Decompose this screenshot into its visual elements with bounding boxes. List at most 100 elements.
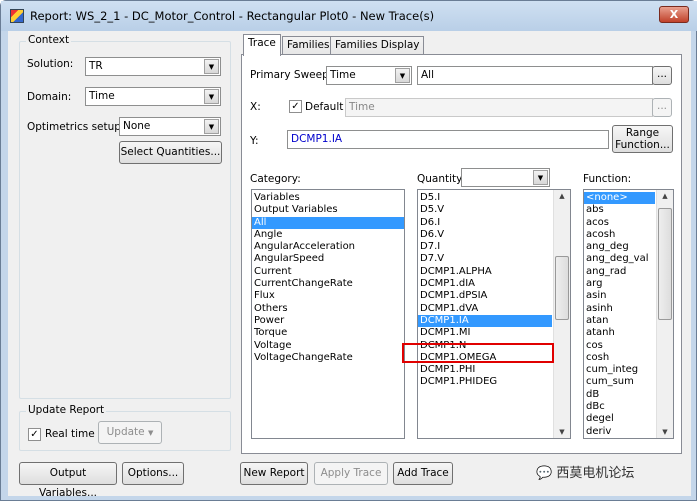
sweep-values: All [421,69,435,81]
update-button[interactable]: Update ▼ [98,421,162,444]
chevron-down-icon[interactable]: ▼ [395,68,410,83]
watermark-text: 西莫电机论坛 [556,466,635,481]
dialog-body: Context Solution: TR ▼ Domain: Time ▼ Opti… [8,31,691,499]
list-item[interactable]: Current [252,266,404,278]
list-item[interactable]: CurrentChangeRate [252,278,404,290]
tab-families[interactable]: Families [282,36,335,55]
quantity-filter-select[interactable]: ▼ [461,168,550,187]
list-item[interactable]: Output Variables [252,204,404,216]
tab-families-display[interactable]: Families Display [330,36,425,55]
list-item[interactable]: Angle [252,229,404,241]
range-function-button[interactable]: Range Function... [612,125,673,153]
list-item[interactable]: atanh [584,327,655,339]
category-label: Category: [250,173,301,185]
chevron-down-icon[interactable]: ▼ [204,59,219,74]
list-item[interactable]: D7.I [418,241,552,253]
list-item[interactable]: acos [584,217,655,229]
list-item[interactable]: AngularAcceleration [252,241,404,253]
list-item[interactable]: DCMP1.dVA [418,303,552,315]
x-ellipsis-button[interactable]: ... [652,98,672,117]
list-item[interactable]: dBc [584,401,655,413]
sweep-values-field[interactable]: All [417,66,653,85]
optimetrics-select[interactable]: None ▼ [119,117,221,136]
x-field[interactable]: Time [345,98,653,117]
app-icon [10,9,24,23]
category-list[interactable]: Variables Output Variables All Angle Angular… [251,189,405,439]
realtime-checkbox[interactable]: ✓ [28,428,41,441]
list-item[interactable]: ang_deg [584,241,655,253]
list-item[interactable]: VoltageChangeRate [252,352,404,364]
quantity-scrollbar[interactable]: ▲ ▼ [553,190,570,438]
close-button[interactable]: X [659,6,689,23]
list-item[interactable]: cum_sum [584,376,655,388]
scroll-thumb[interactable] [658,208,672,320]
list-item[interactable]: Variables [252,192,404,204]
list-item[interactable]: DCMP1.dIA [418,278,552,290]
output-variables-button[interactable]: Output Variables... [19,462,117,499]
list-item[interactable]: D7.V [418,253,552,265]
list-item[interactable]: DCMP1.dPSIA [418,290,552,302]
chevron-down-icon[interactable]: ▼ [533,170,548,185]
domain-select[interactable]: Time ▼ [85,87,221,106]
list-item[interactable]: ang_deg_val [584,253,655,265]
quantity-list[interactable]: D5.I D5.V D6.I D6.V D7.I D7.V DCMP1.ALPHA DCMP1… [417,189,571,439]
list-item[interactable]: arg [584,278,655,290]
options-button[interactable]: Options... [122,462,184,485]
chevron-down-icon[interactable]: ▼ [204,89,219,104]
list-item[interactable]: Others [252,303,404,315]
trace-panel: Primary Sweep: Time ▼ All ... X: ✓ Defaul… [241,54,682,454]
list-item[interactable]: degel [584,413,655,425]
list-item[interactable]: abs [584,204,655,216]
primary-sweep-value: Time [330,69,356,81]
list-item[interactable]: Torque [252,327,404,339]
list-item[interactable]: cum_integ [584,364,655,376]
list-item[interactable]: Voltage [252,340,404,352]
realtime-label: Real time [45,428,95,440]
list-item[interactable]: ang_rad [584,266,655,278]
domain-label: Domain: [27,91,72,103]
list-item[interactable]: DCMP1.IA [418,314,552,328]
list-item[interactable]: All [252,216,404,229]
list-item[interactable]: asin [584,290,655,302]
list-item[interactable]: DCMP1.PHI [418,364,552,376]
new-report-button[interactable]: New Report [240,462,308,485]
list-item[interactable]: atan [584,315,655,327]
solution-label: Solution: [27,58,74,70]
list-item[interactable]: Power [252,315,404,327]
scroll-thumb[interactable] [555,256,569,320]
select-quantities-button[interactable]: Select Quantities... [119,141,222,164]
tab-trace[interactable]: Trace [243,34,281,56]
sweep-ellipsis-button[interactable]: ... [652,66,672,85]
list-item[interactable]: deriv [584,426,655,438]
list-item[interactable]: dB [584,389,655,401]
list-item[interactable]: <none> [584,192,655,205]
list-item[interactable]: DCMP1.MI [418,327,552,339]
list-item[interactable]: D6.V [418,229,552,241]
default-checkbox[interactable]: ✓ [289,100,302,113]
chevron-down-icon[interactable]: ▼ [204,119,219,134]
y-label: Y: [250,135,259,147]
list-item[interactable]: cosh [584,352,655,364]
function-scrollbar[interactable]: ▲ ▼ [656,190,673,438]
list-item[interactable]: asinh [584,303,655,315]
primary-sweep-select[interactable]: Time ▼ [326,66,412,85]
report-dialog: Report: WS_2_1 - DC_Motor_Control - Rect… [0,0,697,501]
list-item[interactable]: DCMP1.ALPHA [418,266,552,278]
y-expression-input[interactable]: DCMP1.IA [287,130,609,149]
apply-trace-button[interactable]: Apply Trace [314,462,388,485]
default-label: Default [305,101,344,113]
list-item[interactable]: cos [584,340,655,352]
optimetrics-label: Optimetrics setup: [27,121,125,133]
solution-select[interactable]: TR ▼ [85,57,221,76]
function-list[interactable]: <none> abs acos acosh ang_deg ang_deg_val ang_… [583,189,674,439]
list-item[interactable]: acosh [584,229,655,241]
list-item[interactable]: D6.I [418,217,552,229]
add-trace-button[interactable]: Add Trace [393,462,453,485]
list-item[interactable]: Flux [252,290,404,302]
list-item[interactable]: AngularSpeed [252,253,404,265]
list-item[interactable]: D5.V [418,204,552,216]
range-label: Range [625,127,660,139]
optimetrics-value: None [123,120,151,132]
list-item[interactable]: DCMP1.PHIDEG [418,376,552,388]
list-item[interactable]: D5.I [418,192,552,204]
